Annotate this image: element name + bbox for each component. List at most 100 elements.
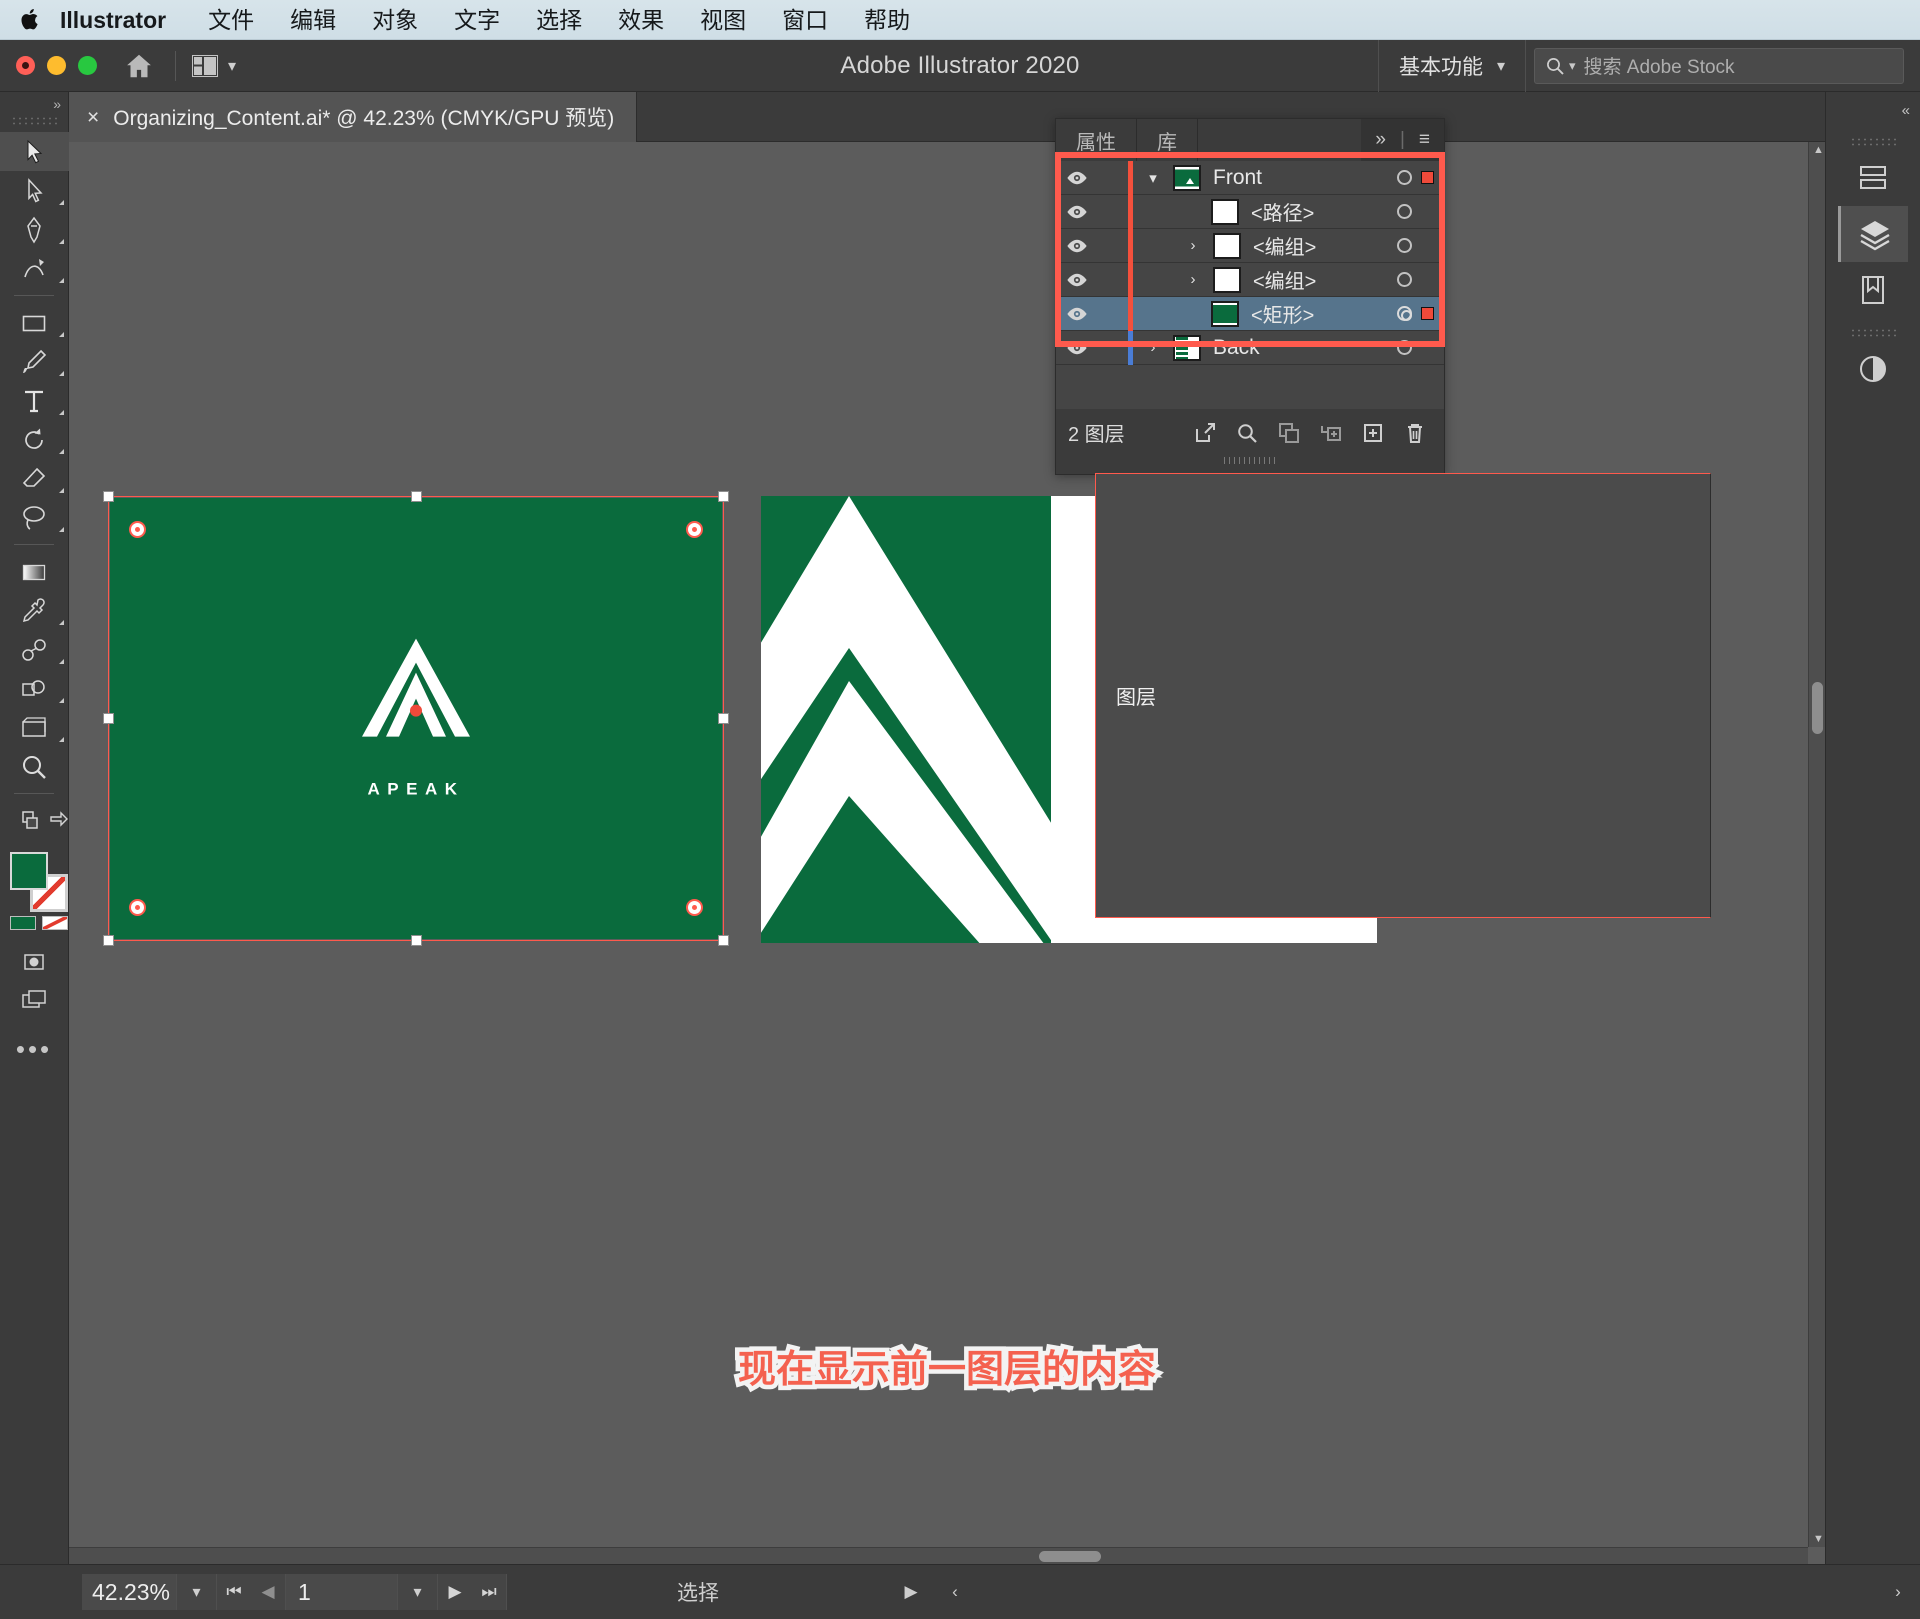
target-indicator[interactable] bbox=[1397, 272, 1412, 287]
visibility-toggle-icon[interactable] bbox=[1056, 205, 1098, 219]
eyedropper-tool[interactable] bbox=[0, 591, 69, 630]
artboard-back[interactable]: Place Stamp Here bbox=[761, 496, 1377, 943]
zoom-dropdown-button[interactable]: ▾ bbox=[177, 1574, 217, 1610]
menu-file[interactable]: 文件 bbox=[190, 0, 272, 40]
artboard-dropdown-button[interactable]: ▾ bbox=[398, 1574, 438, 1610]
selection-square-indicator[interactable] bbox=[1421, 171, 1434, 184]
layer-row-group-2[interactable]: › <编组> bbox=[1056, 262, 1444, 297]
search-input[interactable]: ▾ 搜索 Adobe Stock bbox=[1534, 47, 1904, 84]
layers-panel[interactable]: 属性 图层 库 » | ≡ ▾ Front <路径> › <编组> › <编组>… bbox=[1055, 118, 1711, 918]
status-next-icon[interactable]: › bbox=[1876, 1574, 1920, 1610]
maximize-window-button[interactable] bbox=[78, 56, 97, 75]
zoom-level-input[interactable]: 42.23% bbox=[82, 1574, 177, 1610]
dock-drag-handle[interactable] bbox=[1850, 328, 1896, 337]
status-prev-icon[interactable]: ‹ bbox=[933, 1574, 977, 1610]
color-button[interactable] bbox=[9, 916, 36, 930]
layer-row-path[interactable]: <路径> bbox=[1056, 194, 1444, 229]
target-indicator[interactable] bbox=[1397, 340, 1412, 355]
apple-logo-icon[interactable] bbox=[14, 0, 48, 40]
artboard-navigation[interactable]: ⏮ ◀ bbox=[217, 1574, 286, 1610]
artboard-canvas[interactable]: APEAK Place Stamp Here 现在显示前一图层的内容 ▲ ▼ bbox=[69, 142, 1825, 1564]
layer-row-group-1[interactable]: › <编组> bbox=[1056, 228, 1444, 263]
target-indicator[interactable] bbox=[1397, 170, 1412, 185]
layer-name[interactable]: Front bbox=[1213, 166, 1262, 190]
last-artboard-icon[interactable]: ⏭ bbox=[472, 1582, 506, 1602]
gradient-tool[interactable] bbox=[0, 552, 69, 591]
layers-icon[interactable] bbox=[1838, 206, 1908, 262]
selection-square-indicator[interactable] bbox=[1421, 307, 1434, 320]
layer-row-rectangle[interactable]: <矩形> bbox=[1056, 296, 1444, 331]
target-indicator-selected[interactable] bbox=[1397, 306, 1412, 321]
workspace-switcher[interactable]: 基本功能 ▾ bbox=[1379, 51, 1525, 81]
artboard-navigation-next[interactable]: ▶ ⏭ bbox=[438, 1574, 507, 1610]
visibility-toggle-icon[interactable] bbox=[1056, 239, 1098, 253]
visibility-toggle-icon[interactable] bbox=[1056, 341, 1098, 355]
color-mode-buttons[interactable] bbox=[9, 916, 68, 930]
blend-tool[interactable] bbox=[0, 630, 69, 669]
disclosure-triangle-down-icon[interactable]: ▾ bbox=[1133, 169, 1173, 187]
menu-app-name[interactable]: Illustrator bbox=[48, 0, 190, 40]
libraries-icon[interactable] bbox=[1838, 262, 1908, 318]
layer-name[interactable]: <矩形> bbox=[1251, 299, 1314, 328]
release-to-layers-icon[interactable] bbox=[1194, 422, 1216, 444]
target-indicator[interactable] bbox=[1397, 204, 1412, 219]
layer-row-back[interactable]: › Back bbox=[1056, 330, 1444, 365]
menu-help[interactable]: 帮助 bbox=[846, 0, 928, 40]
rectangle-tool[interactable] bbox=[0, 303, 69, 342]
toolbar-collapse-button[interactable]: » bbox=[0, 92, 68, 116]
tab-properties[interactable]: 属性 bbox=[1056, 119, 1137, 161]
visibility-toggle-icon[interactable] bbox=[1056, 171, 1098, 185]
fill-stroke-swatches[interactable] bbox=[0, 848, 69, 934]
disclosure-triangle-right-icon[interactable]: › bbox=[1173, 271, 1213, 288]
menu-type[interactable]: 文字 bbox=[436, 0, 518, 40]
menu-object[interactable]: 对象 bbox=[354, 0, 436, 40]
curvature-tool[interactable] bbox=[0, 249, 69, 288]
eraser-tool[interactable] bbox=[0, 459, 69, 498]
next-artboard-icon[interactable]: ▶ bbox=[438, 1582, 472, 1602]
status-menu-icon[interactable]: ▶ bbox=[889, 1574, 933, 1610]
menu-window[interactable]: 窗口 bbox=[764, 0, 846, 40]
panel-resize-grip[interactable] bbox=[1056, 456, 1444, 464]
disclosure-triangle-right-icon[interactable]: › bbox=[1133, 339, 1173, 356]
layer-name[interactable]: <编组> bbox=[1253, 231, 1316, 260]
pen-tool[interactable] bbox=[0, 210, 69, 249]
fill-swatch[interactable] bbox=[9, 852, 48, 890]
layer-name[interactable]: <编组> bbox=[1253, 265, 1316, 294]
close-window-button[interactable] bbox=[16, 56, 35, 75]
paintbrush-tool[interactable] bbox=[0, 342, 69, 381]
panel-menu-icon[interactable]: ≡ bbox=[1419, 129, 1430, 151]
color-guide-icon[interactable] bbox=[1838, 341, 1908, 397]
zoom-tool[interactable] bbox=[0, 747, 69, 786]
layer-name[interactable]: Back bbox=[1213, 336, 1260, 360]
screen-mode-button[interactable] bbox=[0, 981, 69, 1020]
artboard-number-input[interactable]: 1 bbox=[286, 1574, 398, 1610]
layer-name[interactable]: <路径> bbox=[1251, 197, 1314, 226]
menu-view[interactable]: 视图 bbox=[682, 0, 764, 40]
arrange-documents-button[interactable]: ▾ bbox=[192, 54, 236, 77]
shapebuilder-tool[interactable] bbox=[0, 669, 69, 708]
prev-artboard-icon[interactable]: ◀ bbox=[251, 1582, 285, 1602]
minimize-window-button[interactable] bbox=[47, 56, 66, 75]
none-button[interactable] bbox=[41, 916, 68, 930]
toolbar-drag-handle[interactable] bbox=[11, 116, 57, 126]
menu-effect[interactable]: 效果 bbox=[600, 0, 682, 40]
type-tool[interactable] bbox=[0, 381, 69, 420]
dock-drag-handle[interactable] bbox=[1850, 137, 1896, 146]
target-indicator[interactable] bbox=[1397, 238, 1412, 253]
panel-overflow-icon[interactable]: » bbox=[1375, 129, 1386, 151]
disclosure-triangle-right-icon[interactable]: › bbox=[1173, 237, 1213, 254]
selection-tool[interactable] bbox=[0, 132, 69, 171]
artboard-tool[interactable] bbox=[0, 708, 69, 747]
canvas-horizontal-scrollbar[interactable] bbox=[69, 1547, 1808, 1564]
scrollbar-thumb[interactable] bbox=[1812, 682, 1823, 734]
first-artboard-icon[interactable]: ⏮ bbox=[217, 1582, 251, 1602]
layers-empty-area[interactable] bbox=[1056, 365, 1444, 409]
scrollbar-thumb[interactable] bbox=[1039, 1551, 1101, 1562]
scroll-down-icon[interactable]: ▼ bbox=[1813, 1533, 1824, 1545]
rotate-tool[interactable] bbox=[0, 420, 69, 459]
toolbar-more-button[interactable]: ••• bbox=[16, 1034, 52, 1065]
delete-selection-icon[interactable] bbox=[1404, 422, 1426, 444]
make-clipping-mask-icon[interactable] bbox=[1278, 422, 1300, 444]
canvas-vertical-scrollbar[interactable]: ▲ ▼ bbox=[1808, 142, 1825, 1547]
locate-object-icon[interactable] bbox=[1236, 422, 1258, 444]
